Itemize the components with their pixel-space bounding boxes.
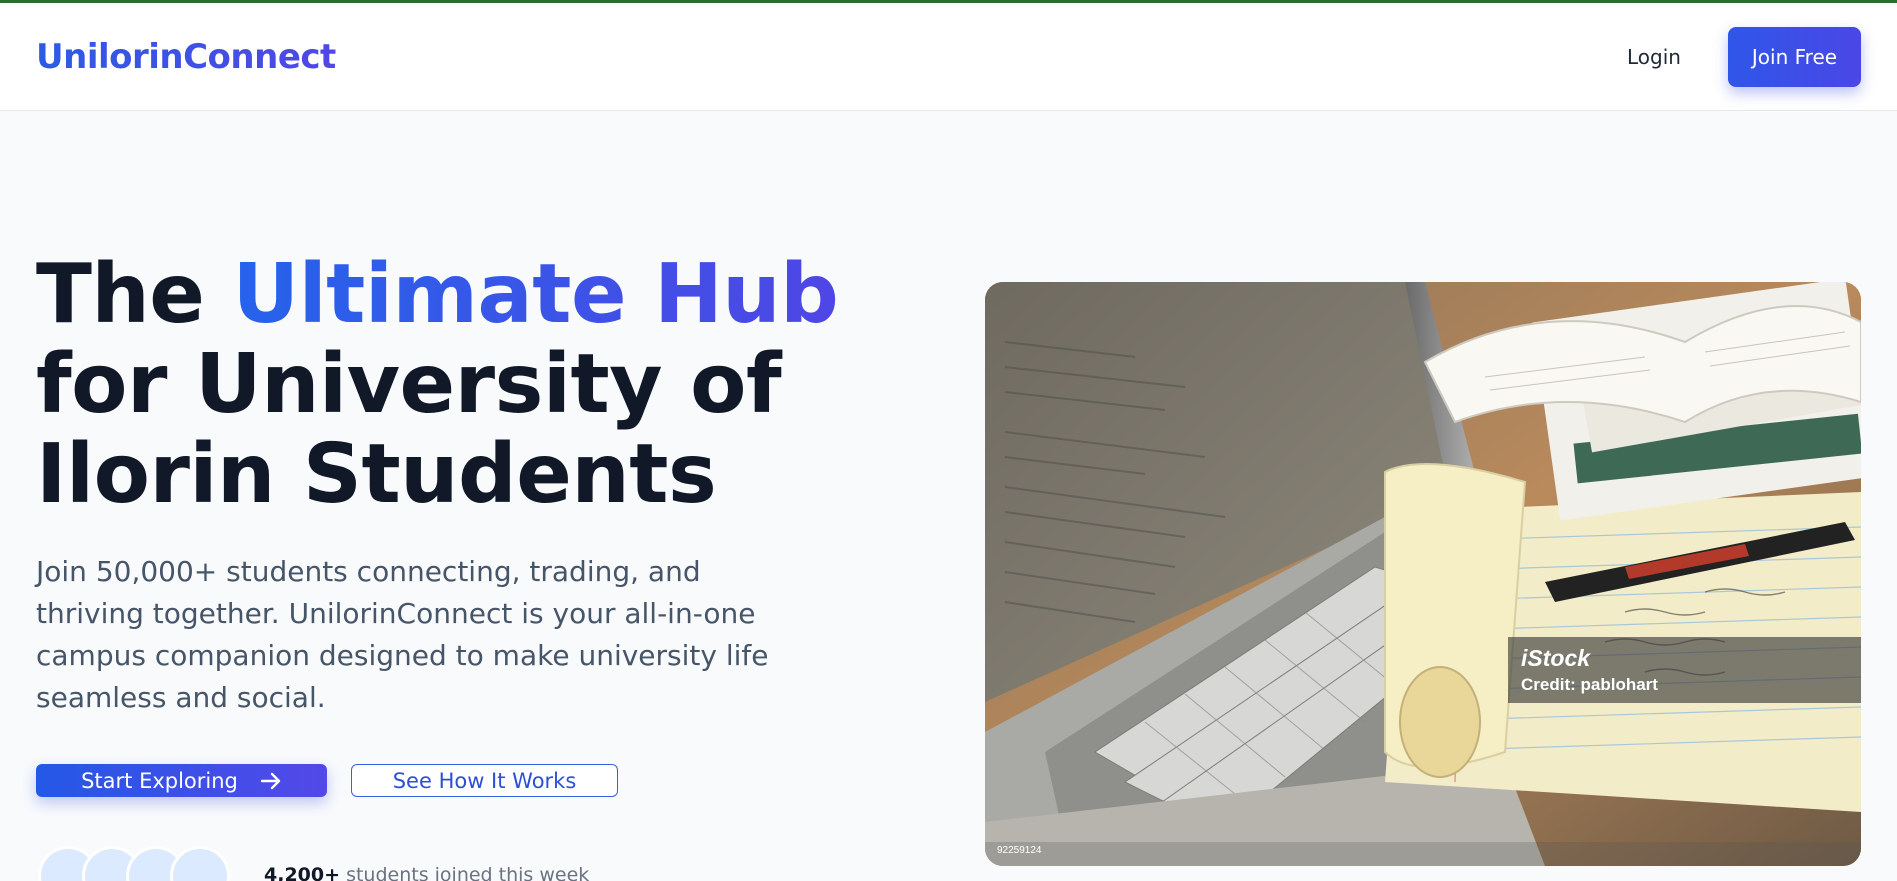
navbar: UnilorinConnect Login Join Free: [0, 3, 1897, 111]
avatar: [170, 846, 230, 881]
hero-image: iStock Credit: pablohart 92259124: [985, 282, 1861, 866]
image-id: 92259124: [997, 845, 1042, 856]
see-how-it-works-button[interactable]: See How It Works: [351, 764, 618, 797]
hero-title-accent: Ultimate Hub: [232, 247, 839, 342]
start-exploring-label: Start Exploring: [81, 768, 238, 793]
image-watermark: iStock Credit: pablohart: [1508, 637, 1861, 703]
login-link[interactable]: Login: [1627, 45, 1681, 69]
watermark-credit: Credit: pablohart: [1521, 675, 1658, 694]
logo[interactable]: UnilorinConnect: [36, 37, 336, 77]
hero-title: The Ultimate Hub for University of Ilorin…: [36, 250, 856, 520]
watermark-brand: iStock: [1521, 645, 1591, 671]
study-desk-photo: [985, 282, 1861, 866]
hero-title-start: The: [36, 247, 233, 342]
hero-description: Join 50,000+ students connecting, tradin…: [36, 555, 769, 714]
arrow-right-icon: [260, 772, 282, 790]
social-proof-text: 4,200+ students joined this week: [264, 864, 589, 881]
join-free-button[interactable]: Join Free: [1728, 27, 1861, 87]
social-proof-count: 4,200+: [264, 864, 341, 881]
avatar-stack: [38, 846, 258, 881]
social-proof-label: students joined this week: [340, 864, 590, 881]
hero-title-end: for University of Ilorin Students: [36, 337, 782, 522]
start-exploring-button[interactable]: Start Exploring: [36, 764, 327, 797]
